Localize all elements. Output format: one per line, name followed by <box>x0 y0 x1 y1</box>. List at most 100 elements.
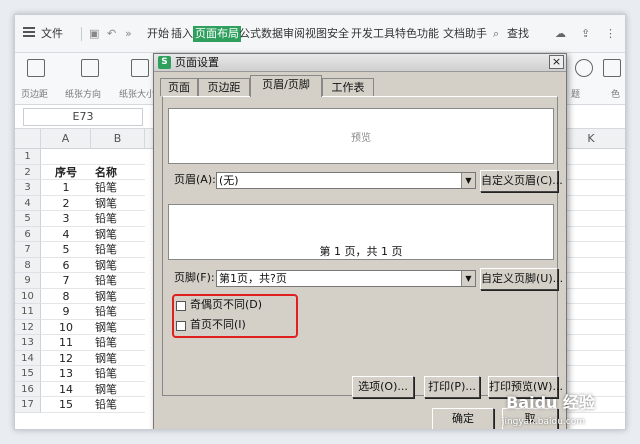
table-cell-a[interactable]: 11 <box>41 335 91 351</box>
table-cell-a[interactable]: 8 <box>41 289 91 304</box>
row-header[interactable]: 7 <box>15 242 41 258</box>
close-button[interactable]: × <box>549 55 564 69</box>
print-button[interactable]: 打印(P)... <box>424 376 480 398</box>
table-cell-a[interactable]: 6 <box>41 258 91 273</box>
dialog-title: 页面设置 <box>175 56 219 69</box>
orientation-icon[interactable] <box>81 59 99 77</box>
menu-file[interactable]: 文件 <box>41 26 63 42</box>
table-cell-a[interactable]: 4 <box>41 227 91 242</box>
tab-security[interactable]: 安全 <box>327 26 349 42</box>
dropdown-arrow-icon[interactable]: ▼ <box>461 271 475 286</box>
table-cell-a[interactable]: 7 <box>41 273 91 289</box>
tab-margins[interactable]: 页边距 <box>198 78 250 96</box>
tab-features[interactable]: 特色功能 <box>395 26 439 42</box>
row-header[interactable]: 14 <box>15 350 41 366</box>
row-header[interactable]: 10 <box>15 288 41 304</box>
table-cell-a[interactable]: 2 <box>41 196 91 211</box>
row-header[interactable]: 15 <box>15 366 41 382</box>
tab-page-layout[interactable]: 页面布局 <box>193 26 241 42</box>
dialog-title-bar[interactable]: S 页面设置 × <box>154 54 566 72</box>
table-cell-b[interactable]: 铅笔 <box>91 211 145 227</box>
select-all-corner[interactable] <box>15 129 41 149</box>
more-options-icon[interactable]: ⋮ <box>605 26 616 42</box>
tab-sheet[interactable]: 工作表 <box>322 78 374 96</box>
row-header[interactable]: 13 <box>15 335 41 351</box>
table-cell-a[interactable]: 9 <box>41 304 91 320</box>
header-select[interactable]: (无) ▼ <box>216 172 476 189</box>
tab-formula[interactable]: 公式 <box>239 26 261 42</box>
tab-doc-assistant[interactable]: 文档助手 <box>443 26 487 42</box>
table-cell-b[interactable]: 铅笔 <box>91 366 145 382</box>
table-cell-a[interactable]: 1 <box>41 180 91 196</box>
tab-insert[interactable]: 插入 <box>171 26 193 42</box>
row-header[interactable]: 11 <box>15 304 41 320</box>
colors-icon[interactable] <box>603 59 621 77</box>
table-cell-a[interactable]: 14 <box>41 382 91 397</box>
row-header[interactable]: 16 <box>15 381 41 397</box>
tab-review[interactable]: 审阅 <box>283 26 305 42</box>
tab-header-footer[interactable]: 页眉/页脚 <box>250 75 322 97</box>
row-header[interactable]: 3 <box>15 180 41 196</box>
save-icon[interactable]: ▣ <box>89 26 99 42</box>
custom-header-button[interactable]: 自定义页眉(C)... <box>480 170 563 192</box>
table-cell-b[interactable] <box>91 149 145 165</box>
row-header[interactable]: 17 <box>15 397 41 413</box>
column-header-a[interactable]: A <box>41 129 91 149</box>
header-preview: 预览 <box>168 108 554 164</box>
options-button[interactable]: 选项(O)... <box>352 376 414 398</box>
table-cell-b[interactable]: 钢笔 <box>91 320 145 335</box>
tab-developer[interactable]: 开发工具 <box>351 26 395 42</box>
row-header[interactable]: 1 <box>15 149 41 165</box>
table-cell-b[interactable]: 铅笔 <box>91 273 145 289</box>
dropdown-arrow-icon[interactable]: ▼ <box>461 173 475 188</box>
row-header[interactable]: 2 <box>15 164 41 180</box>
column-header-b[interactable]: B <box>91 129 145 149</box>
table-cell-a[interactable]: 序号 <box>41 165 91 180</box>
table-cell-a[interactable]: 5 <box>41 242 91 258</box>
custom-footer-button[interactable]: 自定义页脚(U)... <box>480 268 563 290</box>
share-icon[interactable]: ⇪ <box>581 26 590 42</box>
row-header[interactable]: 9 <box>15 273 41 289</box>
more-icon[interactable]: » <box>125 26 132 42</box>
table-cell-a[interactable]: 3 <box>41 211 91 227</box>
table-cell-a[interactable]: 13 <box>41 366 91 382</box>
row-header[interactable]: 5 <box>15 211 41 227</box>
tab-home[interactable]: 开始 <box>147 26 169 42</box>
table-cell-b[interactable]: 名称 <box>91 165 145 180</box>
undo-icon[interactable]: ↶ <box>107 26 116 42</box>
table-cell-a[interactable]: 15 <box>41 397 91 413</box>
tab-data[interactable]: 数据 <box>261 26 283 42</box>
table-cell-b[interactable]: 钢笔 <box>91 382 145 397</box>
search-icon[interactable]: ⌕ <box>493 26 499 42</box>
table-cell-b[interactable]: 铅笔 <box>91 242 145 258</box>
table-cell-b[interactable]: 铅笔 <box>91 335 145 351</box>
footer-select[interactable]: 第1页，共?页 ▼ <box>216 270 476 287</box>
cloud-icon[interactable]: ☁ <box>555 26 566 42</box>
table-cell-b[interactable]: 铅笔 <box>91 304 145 320</box>
row-header[interactable]: 6 <box>15 226 41 242</box>
table-cell-b[interactable]: 钢笔 <box>91 289 145 304</box>
paper-size-icon[interactable] <box>131 59 149 77</box>
table-cell-a[interactable]: 12 <box>41 351 91 366</box>
table-cell-a[interactable] <box>41 149 91 165</box>
search-label[interactable]: 查找 <box>507 26 529 42</box>
row-header[interactable]: 12 <box>15 319 41 335</box>
row-header[interactable]: 4 <box>15 195 41 211</box>
row-header[interactable]: 8 <box>15 257 41 273</box>
table-cell-b[interactable]: 铅笔 <box>91 397 145 413</box>
name-box[interactable]: E73 <box>23 108 143 126</box>
table-cell-b[interactable]: 钢笔 <box>91 258 145 273</box>
table-cell-b[interactable]: 钢笔 <box>91 351 145 366</box>
margins-icon[interactable] <box>27 59 45 77</box>
menu-icon[interactable] <box>23 27 35 37</box>
tab-page[interactable]: 页面 <box>160 78 198 96</box>
ok-button[interactable]: 确定 <box>432 408 494 429</box>
table-cell-b[interactable]: 钢笔 <box>91 196 145 211</box>
tab-view[interactable]: 视图 <box>305 26 327 42</box>
table-cell-b[interactable]: 钢笔 <box>91 227 145 242</box>
table-cell-b[interactable]: 铅笔 <box>91 180 145 196</box>
preview-label: 预览 <box>351 133 371 144</box>
table-cell-a[interactable]: 10 <box>41 320 91 335</box>
wps-logo-icon: S <box>158 56 171 69</box>
theme-icon[interactable] <box>575 59 593 77</box>
